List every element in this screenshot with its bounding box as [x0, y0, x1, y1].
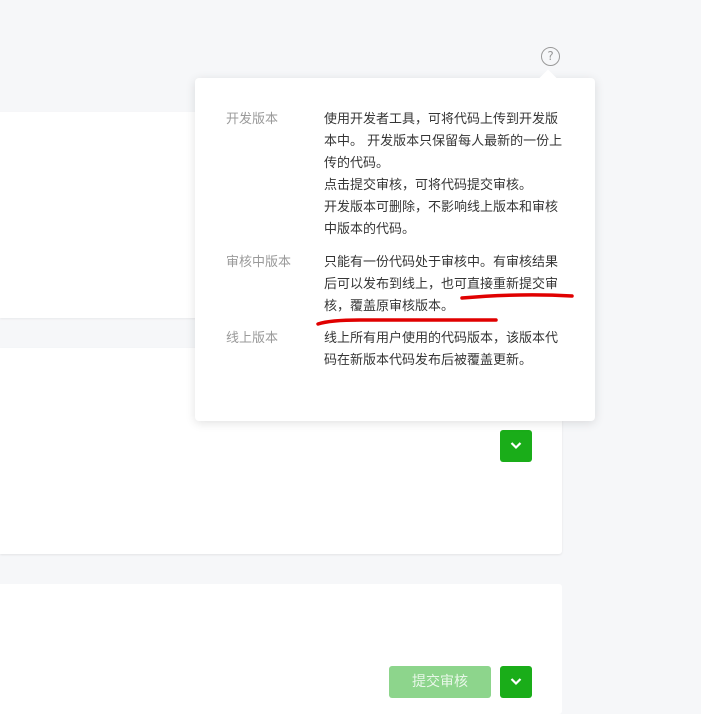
row-description: 使用开发者工具，可将代码上传到开发版本中。 开发版本只保留每人最新的一份上传的代…	[324, 109, 566, 241]
chevron-down-icon	[510, 678, 522, 686]
row-description: 只能有一份代码处于审核中。有审核结果后可以发布到线上，也可直接重新提交审核，覆盖…	[324, 252, 566, 318]
desc-line: 线上所有用户使用的代码版本，该版本代码在新版本代码发布后被覆盖更新。	[324, 331, 559, 368]
question-circle-icon[interactable]: ?	[541, 47, 560, 66]
more-options-button[interactable]	[500, 666, 532, 698]
row-label: 线上版本	[226, 331, 279, 346]
version-help-popover: 开发版本 使用开发者工具，可将代码上传到开发版本中。 开发版本只保留每人最新的一…	[195, 69, 595, 421]
popover-arrow	[539, 69, 557, 87]
row-description: 线上所有用户使用的代码版本，该版本代码在新版本代码发布后被覆盖更新。	[324, 328, 566, 372]
row-label: 审核中版本	[226, 255, 292, 270]
chevron-down-icon	[510, 442, 522, 450]
submit-review-button[interactable]: 提交审核	[389, 666, 491, 698]
row-label: 开发版本	[226, 112, 279, 127]
desc-line: 点击提交审核，可将代码提交审核。	[324, 178, 533, 193]
more-options-button[interactable]	[500, 430, 532, 462]
desc-line: 只能有一份代码处于审核中。有审核结果后可以发布到线上，也可直接重新提交审核，覆盖…	[324, 255, 559, 314]
desc-line: 开发版本可删除，不影响线上版本和审核中版本的代码。	[324, 200, 559, 237]
desc-line: 使用开发者工具，可将代码上传到开发版本中。 开发版本只保留每人最新的一份上传的代…	[324, 112, 563, 171]
